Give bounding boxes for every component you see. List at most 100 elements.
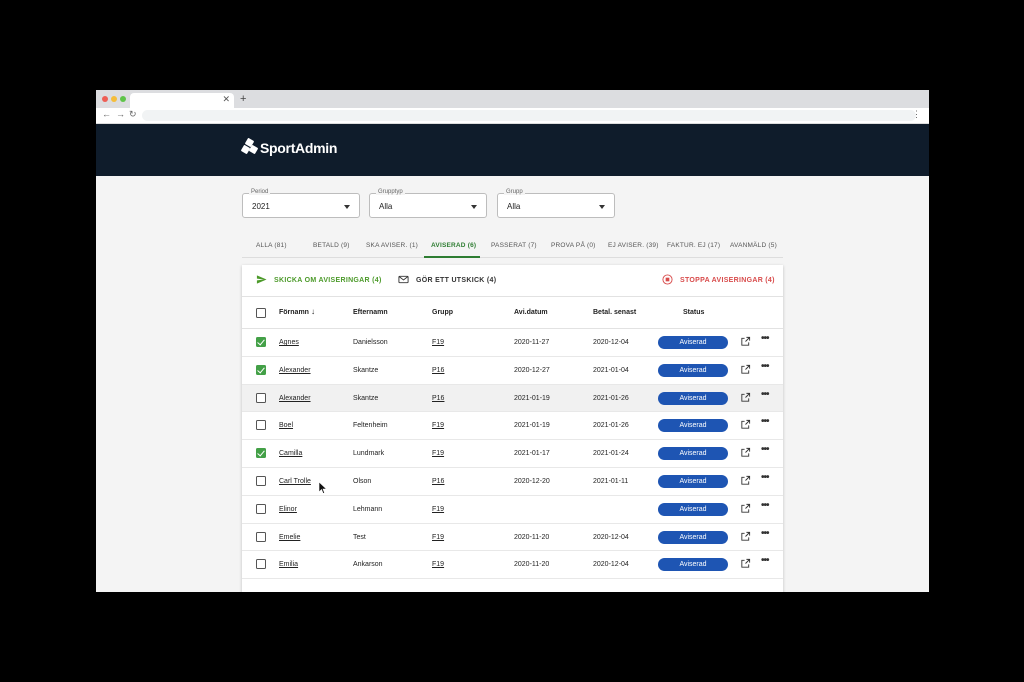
column-header-status[interactable]: Status xyxy=(683,309,704,316)
tab-ska-aviser[interactable]: SKA AVISER. (1) xyxy=(366,242,418,249)
stop-notices-button[interactable]: STOPPA AVISERINGAR (4) xyxy=(680,277,775,284)
more-options-icon[interactable]: ••• xyxy=(761,416,769,427)
lastname-cell: Skantze xyxy=(353,366,379,374)
new-tab-icon[interactable]: + xyxy=(240,93,246,105)
open-external-icon[interactable] xyxy=(740,392,751,403)
pay-by-cell: 2021-01-26 xyxy=(593,394,629,402)
open-external-icon[interactable] xyxy=(740,447,751,458)
column-header-group[interactable]: Grupp xyxy=(432,309,453,316)
minimize-window-dot[interactable] xyxy=(111,96,117,102)
table-row[interactable]: Emilia Ankarson F19 2020-11-20 2020-12-0… xyxy=(242,551,783,580)
more-options-icon[interactable]: ••• xyxy=(761,500,769,511)
row-checkbox[interactable] xyxy=(256,420,266,431)
column-header-avi-date[interactable]: Avi.datum xyxy=(514,309,548,316)
firstname-link[interactable]: Carl Trolle xyxy=(279,478,311,485)
group-link[interactable]: F19 xyxy=(432,561,444,568)
grupp-select[interactable]: Grupp Alla xyxy=(497,189,615,218)
more-options-icon[interactable]: ••• xyxy=(761,361,769,372)
more-options-icon[interactable]: ••• xyxy=(761,333,769,344)
lastname-cell: Skantze xyxy=(353,394,379,402)
column-header-firstname[interactable]: Förnamn xyxy=(279,309,309,316)
firstname-link[interactable]: Elinor xyxy=(279,506,297,513)
close-window-dot[interactable] xyxy=(102,96,108,102)
open-external-icon[interactable] xyxy=(740,503,751,514)
tab-betald[interactable]: BETALD (9) xyxy=(313,242,350,249)
mail-icon[interactable] xyxy=(398,274,409,285)
more-options-icon[interactable]: ••• xyxy=(761,472,769,483)
group-link[interactable]: F19 xyxy=(432,450,444,457)
open-external-icon[interactable] xyxy=(740,419,751,430)
status-badge: Aviserad xyxy=(658,336,728,349)
firstname-link[interactable]: Agnes xyxy=(279,339,299,346)
group-link[interactable]: F19 xyxy=(432,422,444,429)
send-icon[interactable] xyxy=(256,274,267,285)
tab-alla[interactable]: ALLA (81) xyxy=(256,242,287,249)
group-link[interactable]: P16 xyxy=(432,367,444,374)
forward-icon[interactable]: → xyxy=(116,109,125,119)
more-options-icon[interactable]: ••• xyxy=(761,389,769,400)
back-icon[interactable]: ← xyxy=(102,109,111,119)
table-row[interactable]: Elinor Lehmann F19 Aviserad ••• xyxy=(242,496,783,524)
logo[interactable]: SportAdmin xyxy=(240,137,337,157)
open-external-icon[interactable] xyxy=(740,364,751,375)
row-checkbox[interactable] xyxy=(256,475,266,486)
tab-passerat[interactable]: PASSERAT (7) xyxy=(491,242,537,249)
sort-arrow-down-icon[interactable]: ↓ xyxy=(311,307,315,316)
url-field[interactable] xyxy=(142,110,916,121)
group-link[interactable]: F19 xyxy=(432,339,444,346)
grupptyp-select[interactable]: Grupptyp Alla xyxy=(369,189,487,218)
row-checkbox[interactable] xyxy=(256,337,266,347)
column-header-lastname[interactable]: Efternamn xyxy=(353,309,388,316)
row-checkbox[interactable] xyxy=(256,503,266,514)
group-link[interactable]: F19 xyxy=(432,534,444,541)
group-link[interactable]: P16 xyxy=(432,478,444,485)
table-row[interactable]: Agnes Danielsson F19 2020-11-27 2020-12-… xyxy=(242,329,783,357)
firstname-link[interactable]: Emelie xyxy=(279,534,300,541)
reload-icon[interactable]: ↻ xyxy=(129,109,137,120)
maximize-window-dot[interactable] xyxy=(120,96,126,102)
more-options-icon[interactable]: ••• xyxy=(761,444,769,455)
row-checkbox[interactable] xyxy=(256,531,266,542)
tab-aviserad[interactable]: AVISERAD (6) xyxy=(431,242,476,249)
open-external-icon[interactable] xyxy=(740,336,751,347)
stop-icon[interactable] xyxy=(662,274,673,285)
browser-menu-icon[interactable]: ⋮ xyxy=(912,109,921,120)
firstname-link[interactable]: Boel xyxy=(279,422,293,429)
resend-notices-button[interactable]: SKICKA OM AVISERINGAR (4) xyxy=(274,277,382,284)
open-external-icon[interactable] xyxy=(740,558,751,569)
filter-value: Alla xyxy=(507,202,521,211)
group-link[interactable]: P16 xyxy=(432,395,444,402)
row-checkbox[interactable] xyxy=(256,364,266,375)
more-options-icon[interactable]: ••• xyxy=(761,528,769,539)
period-select[interactable]: Period 2021 xyxy=(242,189,360,218)
table-row[interactable]: Boel Feltenheim F19 2021-01-19 2021-01-2… xyxy=(242,412,783,441)
firstname-link[interactable]: Emilia xyxy=(279,561,298,568)
firstname-link[interactable]: Alexander xyxy=(279,367,311,374)
table-row[interactable]: Alexander Skantze P16 2020-12-27 2021-01… xyxy=(242,357,783,385)
status-badge: Aviserad xyxy=(658,558,728,572)
row-checkbox[interactable] xyxy=(256,559,266,570)
tab-faktur-ej[interactable]: FAKTUR. EJ (17) xyxy=(667,242,720,249)
tab-avanmald[interactable]: AVANMÄLD (5) xyxy=(730,242,777,249)
table-row[interactable]: Emelie Test F19 2020-11-20 2020-12-04 Av… xyxy=(242,524,783,552)
close-tab-icon[interactable]: ✕ xyxy=(222,94,230,105)
group-link[interactable]: F19 xyxy=(432,506,444,513)
tab-prova-pa[interactable]: PROVA PÅ (0) xyxy=(551,242,596,249)
avi-date-cell: 2020-11-20 xyxy=(514,533,550,541)
firstname-link[interactable]: Alexander xyxy=(279,395,311,402)
select-all-checkbox[interactable] xyxy=(256,308,266,318)
row-checkbox[interactable] xyxy=(256,448,266,459)
open-external-icon[interactable] xyxy=(740,475,751,486)
app-header: SportAdmin xyxy=(96,124,929,176)
table-row[interactable]: Camilla Lundmark F19 2021-01-17 2021-01-… xyxy=(242,440,783,468)
table-header: Förnamn ↓ Efternamn Grupp Avi.datum Beta… xyxy=(242,297,783,329)
browser-tab[interactable]: ✕ xyxy=(130,93,234,108)
row-checkbox[interactable] xyxy=(256,392,266,403)
firstname-link[interactable]: Camilla xyxy=(279,450,302,457)
tab-ej-aviser[interactable]: EJ AVISER. (39) xyxy=(608,242,659,249)
table-row[interactable]: Alexander Skantze P16 2021-01-19 2021-01… xyxy=(242,384,783,413)
open-external-icon[interactable] xyxy=(740,531,751,542)
send-mailout-button[interactable]: GÖR ETT UTSKICK (4) xyxy=(416,277,496,284)
column-header-pay-by[interactable]: Betal. senast xyxy=(593,309,636,316)
more-options-icon[interactable]: ••• xyxy=(761,555,769,566)
